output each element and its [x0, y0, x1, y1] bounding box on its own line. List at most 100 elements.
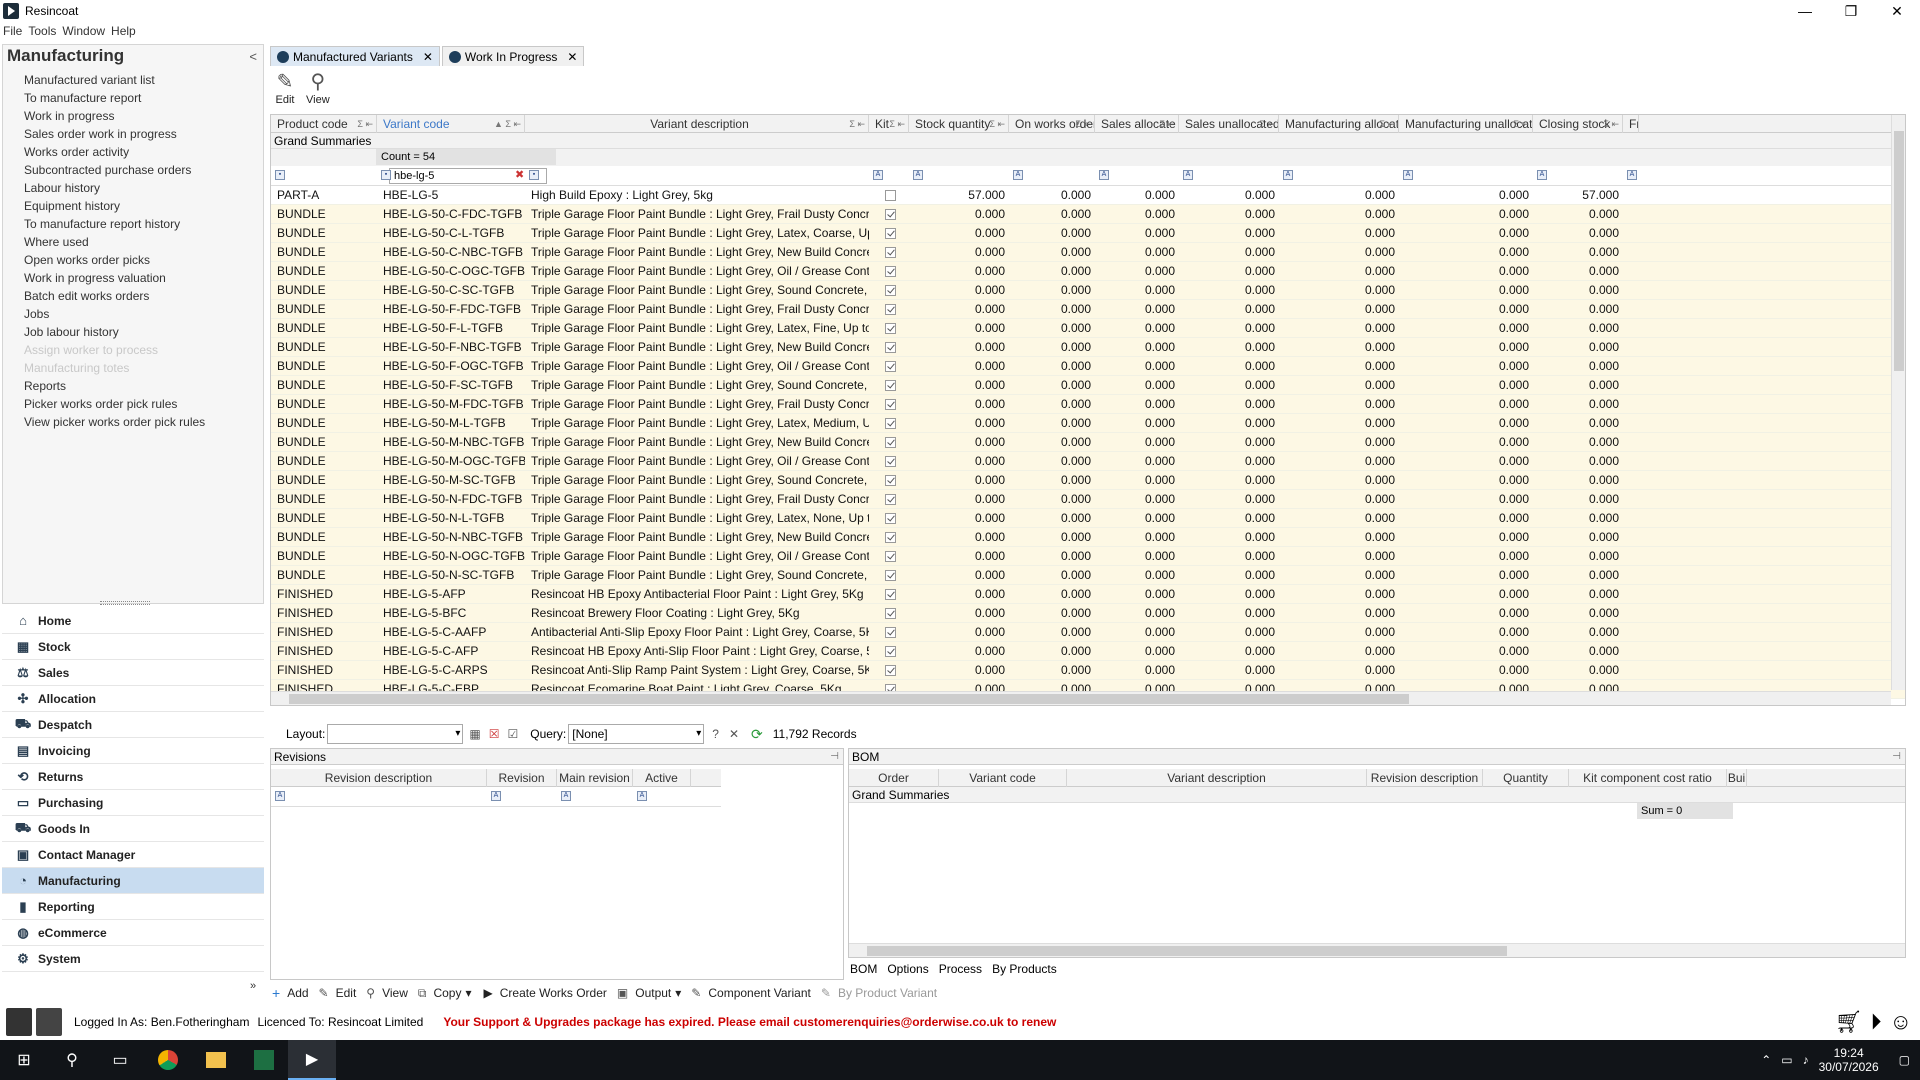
column-header[interactable]: Product code Σ ⇤ [271, 115, 377, 133]
restore-button[interactable]: ❐ [1828, 0, 1874, 22]
table-row[interactable]: BUNDLE HBE-LG-50-N-NBC-TGFB Triple Garage … [271, 528, 1905, 547]
kit-checkbox[interactable] [885, 475, 896, 487]
refresh-icon[interactable]: ⟳ [751, 726, 763, 743]
filter-operator-icon[interactable]: ▪ [275, 170, 285, 180]
column-options-icon[interactable]: Σ ⇤ [889, 115, 905, 133]
filter-operator-icon[interactable]: A [1403, 170, 1413, 180]
search-icon[interactable] [6, 1008, 32, 1036]
module-stock[interactable]: ▦ Stock [2, 634, 264, 660]
column-options-icon[interactable]: Σ ⇤ [1379, 115, 1395, 133]
column-header[interactable]: Variant code ▲ Σ ⇤ [377, 115, 525, 133]
table-row[interactable]: FINISHED HBE-LG-5-BFC Resincoat Brewery Fl… [271, 604, 1905, 623]
column-header[interactable]: Revision description [271, 769, 487, 787]
column-header[interactable]: Active [633, 769, 691, 787]
view-button[interactable]: View [382, 986, 408, 1000]
kit-checkbox[interactable] [885, 665, 896, 677]
resincoat-taskbar-icon[interactable]: ▶ [288, 1040, 336, 1080]
menu-item[interactable]: Labour history [24, 179, 263, 197]
menu-item[interactable]: To manufacture report history [24, 215, 263, 233]
menu-file[interactable]: File [3, 24, 22, 42]
column-header[interactable]: On works order Σ ⇤ [1009, 115, 1095, 133]
table-row[interactable]: BUNDLE HBE-LG-50-M-L-TGFB Triple Garage Fl… [271, 414, 1905, 433]
collapse-chevron-icon[interactable]: < [249, 49, 257, 64]
menu-item[interactable]: Batch edit works orders [24, 287, 263, 305]
layout-edit-icon[interactable]: ☑ [507, 727, 518, 741]
table-row[interactable]: BUNDLE HBE-LG-50-N-L-TGFB Triple Garage Fl… [271, 509, 1905, 528]
menu-item[interactable]: To manufacture report [24, 89, 263, 107]
menu-item[interactable]: View picker works order pick rules [24, 413, 263, 431]
table-row[interactable]: BUNDLE HBE-LG-50-F-NBC-TGFB Triple Garage … [271, 338, 1905, 357]
scroll-thumb[interactable] [1894, 131, 1904, 371]
scroll-thumb[interactable] [289, 694, 1409, 704]
kit-checkbox[interactable] [885, 418, 896, 430]
box-icon[interactable] [36, 1008, 62, 1036]
table-row[interactable]: FINISHED HBE-LG-5-C-ARPS Resincoat Anti-Sl… [271, 661, 1905, 680]
filter-operator-icon[interactable]: A [873, 170, 883, 180]
task-view-icon[interactable]: ▭ [96, 1040, 144, 1080]
excel-icon[interactable] [240, 1040, 288, 1080]
tray-chevron-icon[interactable]: ⌃ [1761, 1053, 1771, 1067]
module-despatch[interactable]: ⛟ Despatch [2, 712, 264, 738]
kit-checkbox[interactable] [885, 361, 896, 373]
kit-checkbox[interactable] [885, 570, 896, 582]
table-row[interactable]: BUNDLE HBE-LG-50-F-SC-TGFB Triple Garage F… [271, 376, 1905, 395]
menu-window[interactable]: Window [62, 24, 105, 42]
close-tab-icon[interactable]: ✕ [567, 50, 577, 64]
table-row[interactable]: BUNDLE HBE-LG-50-N-OGC-TGFB Triple Garage … [271, 547, 1905, 566]
layout-delete-icon[interactable]: ☒ [489, 727, 500, 741]
create-works-order-button[interactable]: Create Works Order [500, 986, 607, 1000]
by-product-variant-button[interactable]: By Product Variant [838, 986, 937, 1000]
query-help-icon[interactable]: ? [712, 727, 719, 741]
menu-item[interactable]: Picker works order pick rules [24, 395, 263, 413]
pin-icon[interactable]: ⊣ [1892, 749, 1901, 765]
table-row[interactable]: BUNDLE HBE-LG-50-N-FDC-TGFB Triple Garage … [271, 490, 1905, 509]
filter-operator-icon[interactable]: A [1183, 170, 1193, 180]
column-header[interactable]: Variant description Σ ⇤ [525, 115, 869, 133]
column-header[interactable]: Closing stock Σ ⇤ [1533, 115, 1623, 133]
tab-bom[interactable]: BOM [850, 962, 877, 978]
column-header[interactable]: Variant description [1067, 769, 1367, 787]
module-manufacturing[interactable]: ◔ Manufacturing [2, 868, 264, 894]
scroll-thumb[interactable] [867, 946, 1507, 956]
output-dropdown-icon[interactable]: ▾ [675, 986, 681, 1000]
kit-checkbox[interactable] [885, 399, 896, 411]
column-header[interactable]: Kit Σ ⇤ [869, 115, 909, 133]
column-header[interactable]: Fr [1623, 115, 1639, 133]
kit-checkbox[interactable] [885, 456, 896, 468]
menu-item[interactable]: Subcontracted purchase orders [24, 161, 263, 179]
tab-process[interactable]: Process [939, 962, 982, 978]
close-tab-icon[interactable]: ✕ [423, 50, 433, 64]
kit-checkbox[interactable] [885, 551, 896, 563]
kit-checkbox[interactable] [885, 627, 896, 639]
menu-item[interactable]: Job labour history [24, 323, 263, 341]
menu-item[interactable]: Jobs [24, 305, 263, 323]
menu-item[interactable]: Sales order work in progress [24, 125, 263, 143]
column-header[interactable]: Sales unallocated Σ ⇤ [1179, 115, 1279, 133]
column-header[interactable]: Revision [487, 769, 557, 787]
taskbar-search-icon[interactable]: ⚲ [48, 1040, 96, 1080]
module-ecommerce[interactable]: ◍ eCommerce [2, 920, 264, 946]
network-icon[interactable]: ▭ [1781, 1053, 1792, 1067]
more-modules-icon[interactable]: » [250, 980, 256, 992]
table-row[interactable]: BUNDLE HBE-LG-50-M-OGC-TGFB Triple Garage … [271, 452, 1905, 471]
windows-start-icon[interactable]: ⊞ [0, 1040, 48, 1080]
filter-operator-icon[interactable]: A [913, 170, 923, 180]
kit-checkbox[interactable] [885, 646, 896, 658]
module-goods-in[interactable]: ⛟ Goods In [2, 816, 264, 842]
vertical-scrollbar[interactable] [1891, 115, 1905, 690]
copy-button[interactable]: Copy [433, 986, 461, 1000]
column-header[interactable]: Stock quantity Σ ⇤ [909, 115, 1009, 133]
table-row[interactable]: BUNDLE HBE-LG-50-M-SC-TGFB Triple Garage F… [271, 471, 1905, 490]
expiry-warning[interactable]: Your Support & Upgrades package has expi… [443, 1015, 1056, 1029]
column-options-icon[interactable]: Σ ⇤ [1075, 115, 1091, 133]
filter-operator-icon[interactable]: A [637, 791, 647, 801]
column-options-icon[interactable]: ▲ Σ ⇤ [494, 115, 521, 133]
column-header[interactable]: Manufacturing unallocate Σ ⇤ [1399, 115, 1533, 133]
menu-item[interactable]: Open works order picks [24, 251, 263, 269]
column-options-icon[interactable]: Σ ⇤ [849, 115, 865, 133]
kit-checkbox[interactable] [885, 532, 896, 544]
tab-work-in-progress[interactable]: Work In Progress ✕ [441, 46, 585, 66]
module-invoicing[interactable]: ▤ Invoicing [2, 738, 264, 764]
filter-operator-icon[interactable]: A [1099, 170, 1109, 180]
tab-manufactured-variants[interactable]: Manufactured Variants ✕ [270, 46, 440, 66]
